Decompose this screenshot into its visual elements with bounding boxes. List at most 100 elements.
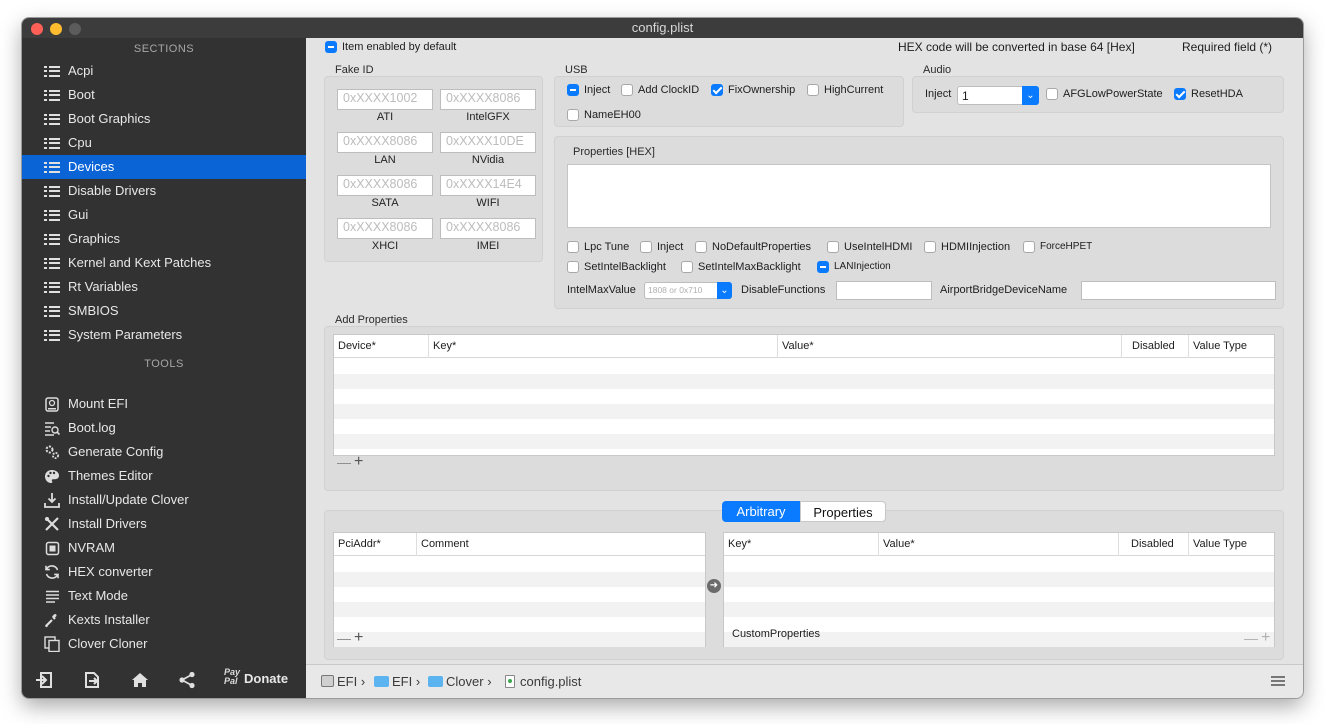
highcurrent-checkbox[interactable]	[807, 84, 819, 96]
resethda-checkbox[interactable]	[1174, 88, 1186, 100]
forcehpet-checkbox[interactable]	[1023, 241, 1035, 253]
col-value-type[interactable]: Value Type	[1189, 335, 1274, 358]
usb-inject-label: Inject	[584, 84, 611, 96]
tool-item-mount-efi[interactable]: Mount EFI	[22, 392, 306, 416]
col-disabled[interactable]: Disabled	[1119, 533, 1189, 556]
lpc-tune-checkbox[interactable]	[567, 241, 579, 253]
audio-inject-combo[interactable]: 1 ⌄	[957, 86, 1039, 105]
tool-item-hex-converter[interactable]: HEX converter	[22, 560, 306, 584]
col-comment[interactable]: Comment	[417, 533, 705, 556]
export-icon[interactable]	[80, 666, 104, 694]
tools-header: TOOLS	[144, 358, 184, 370]
sidebar-item-devices[interactable]: Devices	[22, 155, 306, 179]
col-pciaddr[interactable]: PciAddr*	[334, 533, 417, 556]
fake-id-wifi-input[interactable]: 0xXXXX14E4	[440, 175, 536, 196]
fake-id-ati-input[interactable]: 0xXXXX1002	[337, 89, 433, 110]
gears-icon	[43, 440, 61, 464]
item-enabled-checkbox[interactable]	[325, 41, 337, 53]
sidebar-item-system-parameters[interactable]: System Parameters	[22, 323, 306, 347]
remove-device-button[interactable]: —	[337, 630, 351, 646]
tool-item-text-mode[interactable]: Text Mode	[22, 584, 306, 608]
breadcrumb-config-file[interactable]: config.plist	[505, 665, 581, 698]
properties-inject-checkbox[interactable]	[640, 241, 652, 253]
sidebar-item-disable-drivers[interactable]: Disable Drivers	[22, 179, 306, 203]
zoom-button[interactable]	[69, 23, 81, 35]
airportbridgedevicename-input[interactable]	[1081, 281, 1276, 300]
tool-item-boot-log[interactable]: Boot.log	[22, 416, 306, 440]
fake-id-nvidia-input[interactable]: 0xXXXX10DE	[440, 132, 536, 153]
tool-item-install-drivers[interactable]: Install Drivers	[22, 512, 306, 536]
sidebar-item-kernel-and-kext-patches[interactable]: Kernel and Kext Patches	[22, 251, 306, 275]
tool-item-install-update-clover[interactable]: Install/Update Clover	[22, 488, 306, 512]
sidebar-item-boot[interactable]: Boot	[22, 83, 306, 107]
tool-item-kexts-installer[interactable]: Kexts Installer	[22, 608, 306, 632]
nodefaultproperties-checkbox[interactable]	[695, 241, 707, 253]
sidebar-item-boot-graphics[interactable]: Boot Graphics	[22, 107, 306, 131]
sidebar-item-cpu[interactable]: Cpu	[22, 131, 306, 155]
nameeh00-checkbox[interactable]	[567, 109, 579, 121]
donate-button[interactable]: Pay Pal Donate	[224, 668, 304, 692]
breadcrumb-efi-disk[interactable]: EFI ›	[321, 665, 365, 698]
tool-item-themes-editor[interactable]: Themes Editor	[22, 464, 306, 488]
chevron-down-icon[interactable]: ⌄	[717, 282, 732, 299]
intelmaxvalue-combo[interactable]: 1808 or 0x710 ⌄	[644, 282, 732, 299]
tool-item-label: Boot.log	[68, 420, 116, 435]
setintelmaxbacklight-checkbox[interactable]	[681, 261, 693, 273]
add-row-button[interactable]: +	[354, 453, 363, 471]
share-icon[interactable]	[175, 666, 199, 694]
tool-item-nvram[interactable]: NVRAM	[22, 536, 306, 560]
tool-item-generate-config[interactable]: Generate Config	[22, 440, 306, 464]
remove-property-button[interactable]: —	[1244, 630, 1258, 646]
breadcrumb-efi-folder[interactable]: EFI ›	[374, 665, 420, 698]
add-clockid-checkbox[interactable]	[621, 84, 633, 96]
col-value-type[interactable]: Value Type	[1189, 533, 1274, 556]
properties-hex-textarea[interactable]	[567, 164, 1271, 228]
fake-id-ati-label: ATI	[376, 111, 394, 123]
laninjection-checkbox[interactable]	[817, 261, 829, 273]
tool-item-clover-cloner[interactable]: Clover Cloner	[22, 632, 306, 656]
sidebar-item-acpi[interactable]: Acpi	[22, 59, 306, 83]
sidebar-item-smbios[interactable]: SMBIOS	[22, 299, 306, 323]
audio-inject-value: 1	[962, 89, 969, 103]
add-device-button[interactable]: +	[354, 629, 363, 647]
fake-id-imei-input[interactable]: 0xXXXX8086	[440, 218, 536, 239]
col-key[interactable]: Key*	[724, 533, 879, 556]
minimize-button[interactable]	[50, 23, 62, 35]
chevron-down-icon[interactable]: ⌄	[1022, 86, 1039, 105]
import-icon[interactable]	[32, 666, 56, 694]
fake-id-sata-input[interactable]: 0xXXXX8086	[337, 175, 433, 196]
fake-id-intelgfx-input[interactable]: 0xXXXX8086	[440, 89, 536, 110]
col-key[interactable]: Key*	[429, 335, 778, 358]
sidebar-item-rt-variables[interactable]: Rt Variables	[22, 275, 306, 299]
menu-lines-icon[interactable]	[1271, 676, 1285, 686]
fake-id-xhci-input[interactable]: 0xXXXX8086	[337, 218, 433, 239]
usb-inject-checkbox[interactable]	[567, 84, 579, 96]
setintelbacklight-checkbox[interactable]	[567, 261, 579, 273]
home-icon[interactable]	[128, 666, 152, 694]
tab-arbitrary[interactable]: Arbitrary	[722, 501, 800, 522]
useintelhdmi-checkbox[interactable]	[827, 241, 839, 253]
hex-note: HEX code will be converted in base 64 [H…	[898, 40, 1135, 54]
add-property-button[interactable]: +	[1261, 629, 1270, 647]
disablefunctions-label: DisableFunctions	[741, 284, 826, 296]
sidebar-item-gui[interactable]: Gui	[22, 203, 306, 227]
sidebar-item-graphics[interactable]: Graphics	[22, 227, 306, 251]
arbitrary-device-table[interactable]: PciAddr* Comment	[333, 532, 706, 647]
remove-row-button[interactable]: —	[337, 454, 351, 470]
tab-properties[interactable]: Properties	[800, 501, 886, 522]
col-device[interactable]: Device*	[334, 335, 429, 358]
fake-id-lan-input[interactable]: 0xXXXX8086	[337, 132, 433, 153]
add-properties-table[interactable]: Device* Key* Value* Disabled Value Type	[333, 334, 1275, 456]
breadcrumb-clover-folder[interactable]: Clover ›	[428, 665, 492, 698]
text-lines-icon	[43, 584, 61, 608]
fixownership-checkbox[interactable]	[711, 84, 723, 96]
arrow-right-icon[interactable]: ➜	[707, 579, 721, 593]
disablefunctions-input[interactable]	[836, 281, 932, 300]
afglowpowerstate-checkbox[interactable]	[1046, 88, 1058, 100]
col-value[interactable]: Value*	[879, 533, 1119, 556]
col-disabled[interactable]: Disabled	[1122, 335, 1189, 358]
hdmiinjection-checkbox[interactable]	[924, 241, 936, 253]
intelmaxvalue-label: IntelMaxValue	[567, 284, 636, 296]
close-button[interactable]	[31, 23, 43, 35]
col-value[interactable]: Value*	[778, 335, 1122, 358]
